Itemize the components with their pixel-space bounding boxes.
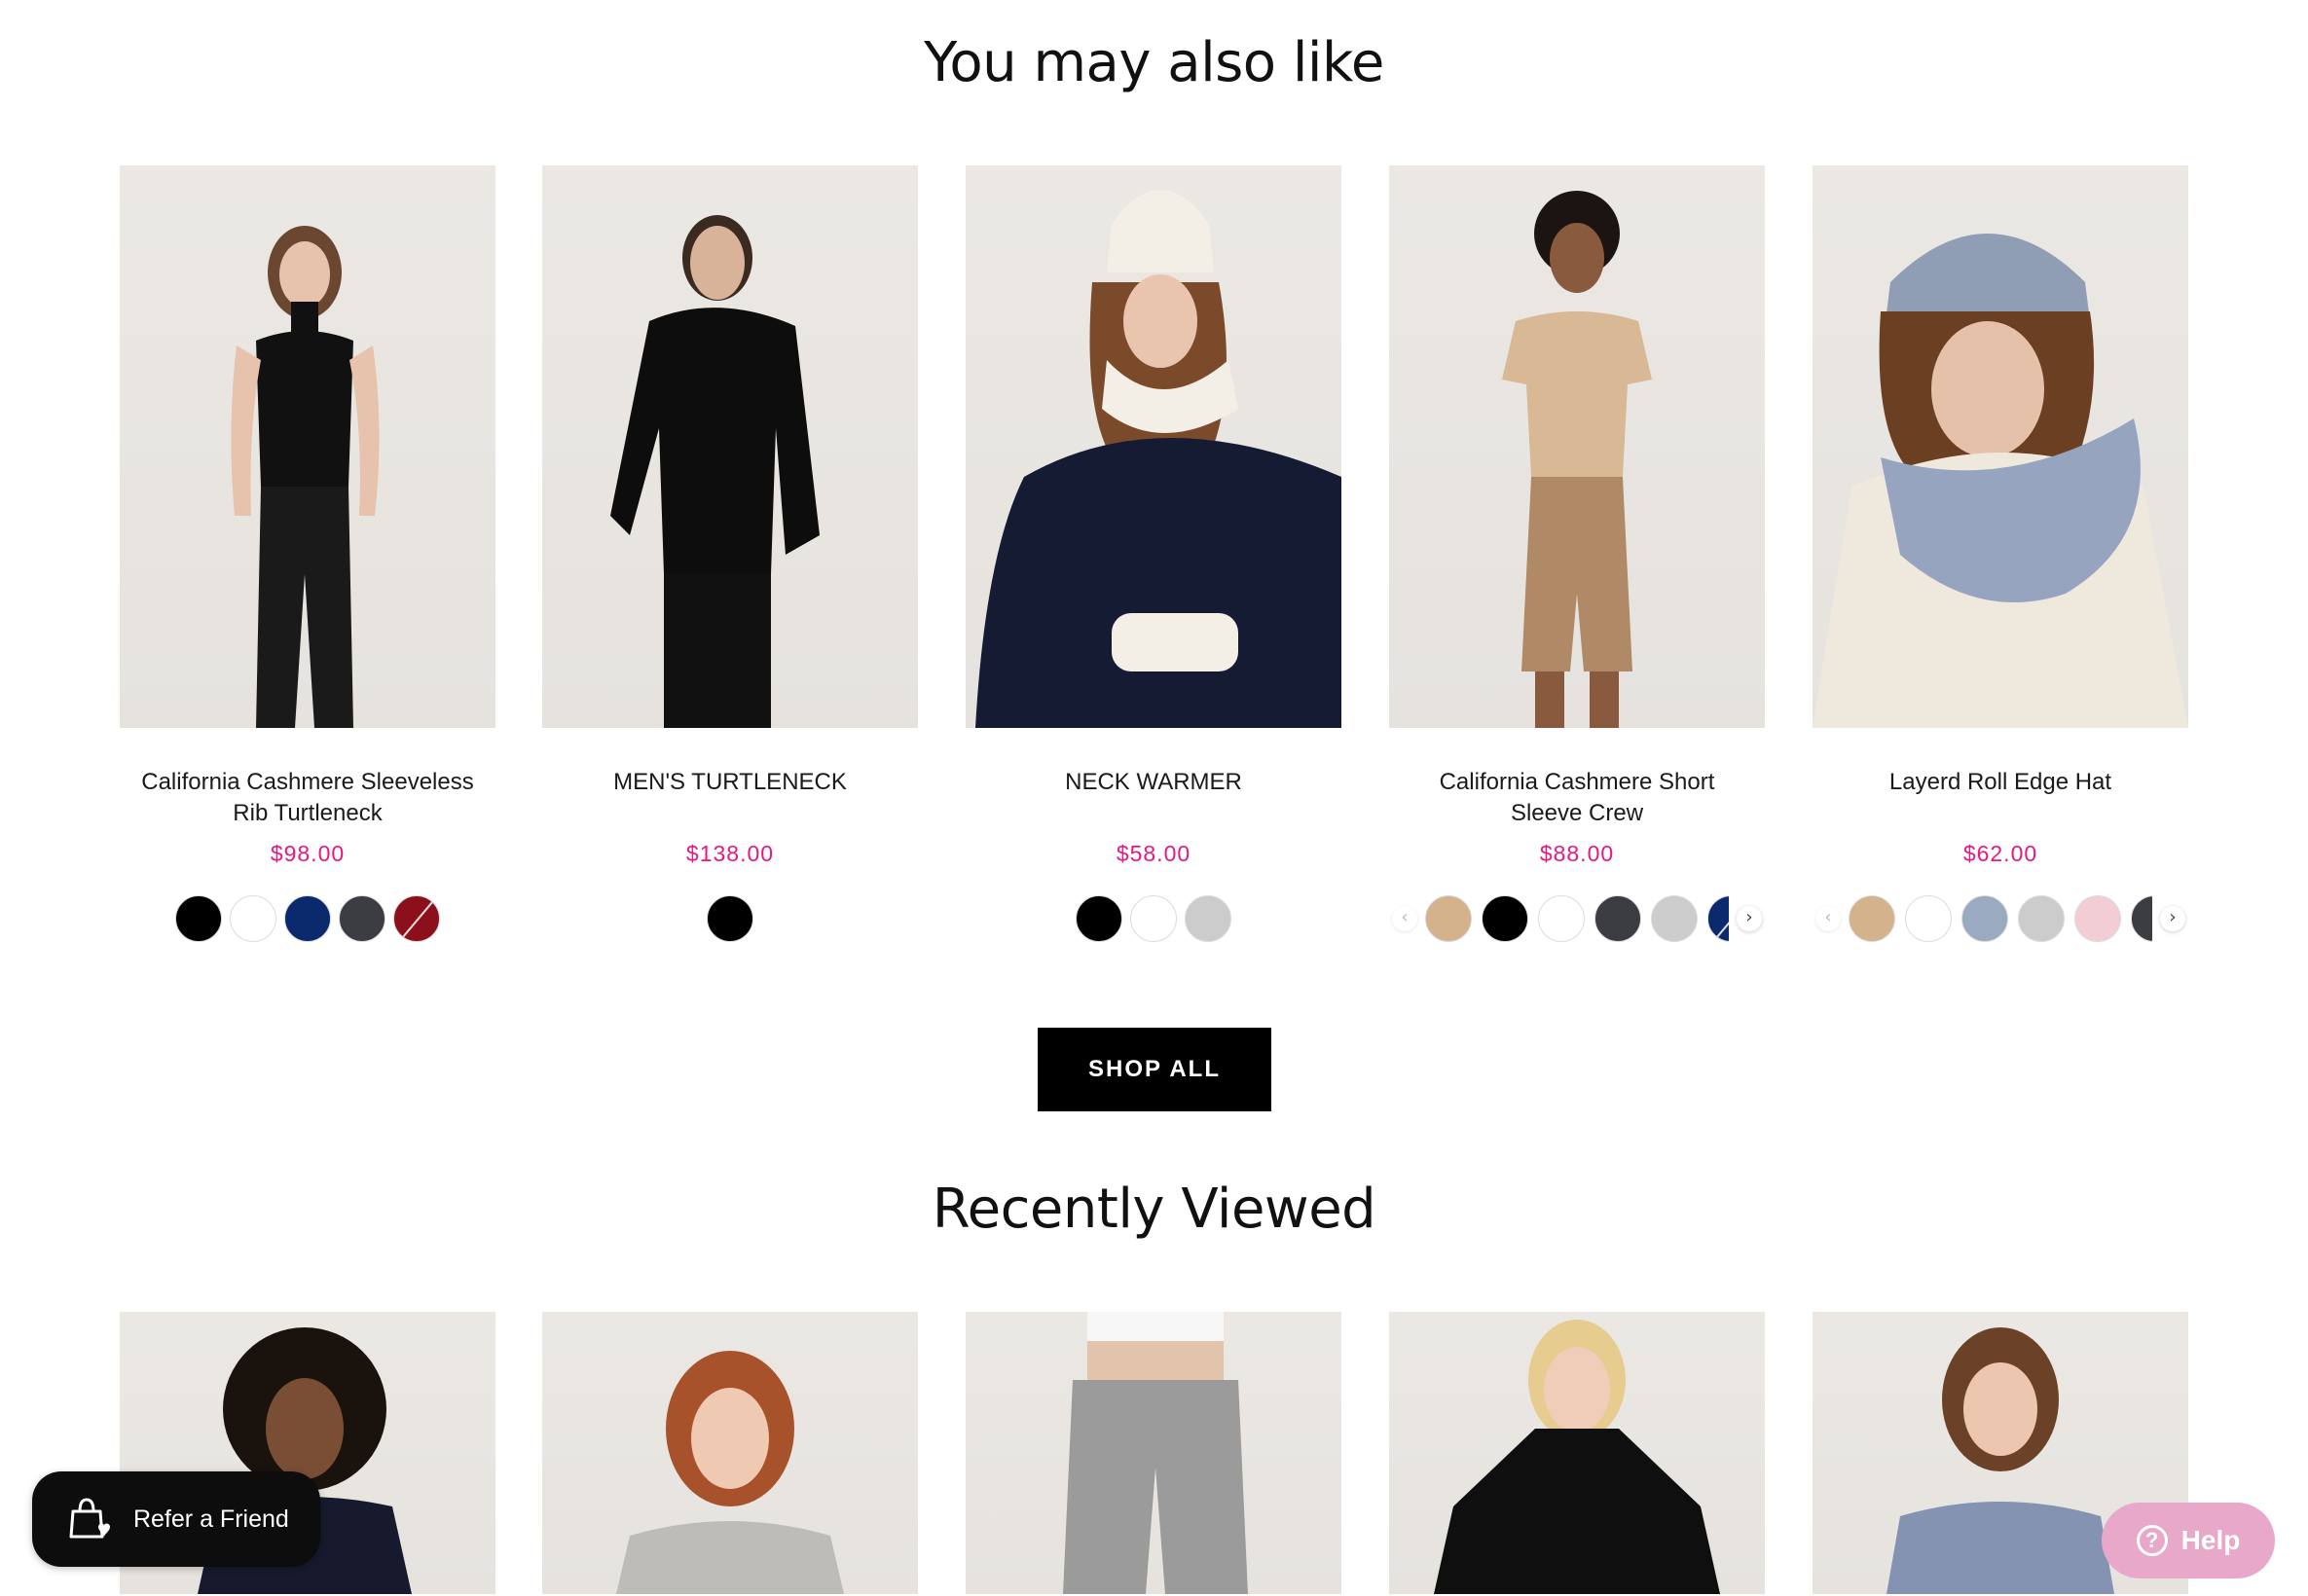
product-image[interactable] [1813,165,2188,728]
shopping-bag-heart-icon [69,1498,110,1539]
help-button[interactable]: ? Help [2102,1503,2275,1578]
section-title-you-may-also-like: You may also like [924,31,1384,94]
swatch-next-arrow-icon[interactable]: › [2160,906,2185,931]
swatch-light-grey[interactable] [1185,895,1231,942]
question-circle-icon: ? [2136,1525,2168,1556]
swatch-camel[interactable] [1425,895,1472,942]
product-image[interactable] [966,165,1341,728]
swatch-black[interactable] [707,895,753,942]
color-swatches: ‹ › [1813,892,2188,945]
swatch-light-grey[interactable] [2018,895,2065,942]
swatch-white[interactable] [1130,895,1177,942]
swatch-track [1425,895,1729,942]
swatch-powder-blue[interactable] [1961,895,2008,942]
product-card-layerd-roll-edge-hat[interactable]: Layerd Roll Edge Hat $62.00 ‹ › [1813,165,2188,945]
swatch-charcoal[interactable] [339,895,385,942]
swatch-white[interactable] [1905,895,1952,942]
swatch-red-soldout[interactable] [393,895,440,942]
product-price: $138.00 [685,841,775,866]
shop-all-button[interactable]: SHOP ALL [1038,1028,1271,1111]
swatch-prev-arrow-icon[interactable]: ‹ [1815,906,1841,931]
product-price: $58.00 [1116,841,1191,866]
section-title-recently-viewed: Recently Viewed [932,1178,1376,1241]
recent-product-card[interactable] [1389,1312,1765,1594]
refer-a-friend-label: Refer a Friend [133,1505,289,1533]
product-price: $62.00 [1962,841,2038,866]
product-card-mens-turtleneck[interactable]: MEN'S TURTLENECK $138.00 [542,165,918,945]
product-image[interactable] [966,1312,1341,1594]
product-name[interactable]: MEN'S TURTLENECK [542,767,918,829]
recent-product-card[interactable] [966,1312,1341,1594]
color-swatches [120,892,495,945]
color-swatches [542,892,918,945]
color-swatches [966,892,1341,945]
product-name[interactable]: California Cashmere Sleeveless Rib Turtl… [120,767,495,829]
product-name[interactable]: NECK WARMER [966,767,1341,829]
swatch-white[interactable] [230,895,276,942]
product-card-short-sleeve-crew[interactable]: California Cashmere Short Sleeve Crew $8… [1389,165,1765,945]
product-price: $98.00 [270,841,346,866]
recent-product-card[interactable] [542,1312,918,1594]
product-card-neck-warmer[interactable]: NECK WARMER $58.00 [966,165,1341,945]
swatch-pink[interactable] [2074,895,2121,942]
product-name[interactable]: Layerd Roll Edge Hat [1813,767,2188,829]
swatch-next-arrow-icon[interactable]: › [1737,906,1762,931]
refer-a-friend-button[interactable]: Refer a Friend [32,1471,320,1567]
help-label: Help [2180,1525,2241,1555]
swatch-light-grey[interactable] [1651,895,1698,942]
product-image[interactable] [542,165,918,728]
swatch-navy[interactable] [1707,895,1729,942]
product-price: $88.00 [1539,841,1615,866]
swatch-navy[interactable] [284,895,331,942]
product-image[interactable] [120,165,495,728]
swatch-camel[interactable] [1849,895,1895,942]
swatch-track [1849,895,2152,942]
product-image[interactable] [1389,165,1765,728]
swatch-charcoal[interactable] [2131,895,2152,942]
swatch-prev-arrow-icon[interactable]: ‹ [1392,906,1417,931]
product-image[interactable] [542,1312,918,1594]
swatch-white[interactable] [1538,895,1585,942]
color-swatches: ‹ › [1389,892,1765,945]
swatch-black[interactable] [1076,895,1122,942]
product-name[interactable]: California Cashmere Short Sleeve Crew [1389,767,1765,829]
swatch-black[interactable] [1482,895,1528,942]
product-card-sleeveless-rib-turtleneck[interactable]: California Cashmere Sleeveless Rib Turtl… [120,165,495,945]
product-image[interactable] [1389,1312,1765,1594]
swatch-black[interactable] [175,895,222,942]
swatch-charcoal[interactable] [1594,895,1641,942]
